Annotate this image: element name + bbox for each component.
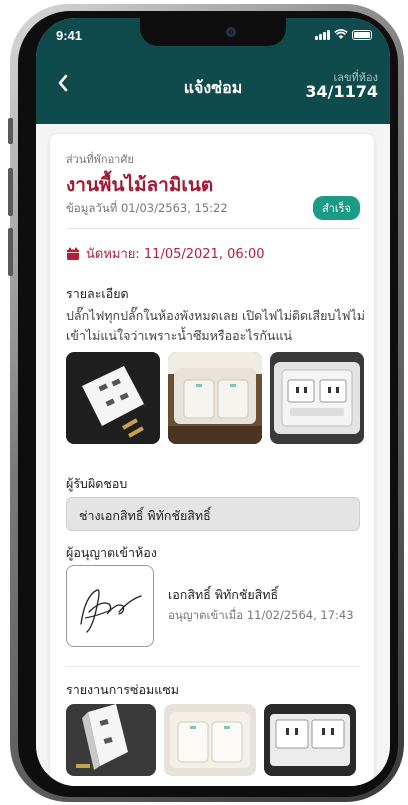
camera-icon xyxy=(226,27,236,37)
detail-text: ปลั๊กไฟทุกปลั๊กในห้องพังหมดเลย เปิดไฟไม่… xyxy=(66,308,365,343)
report-photo[interactable] xyxy=(264,704,356,776)
detail-photo[interactable] xyxy=(66,352,160,444)
appointment-text: นัดหมาย: 11/05/2021, 06:00 xyxy=(86,247,265,262)
permission-name: เอกสิทธิ์ พิทักชัยสิทธิ์ xyxy=(168,587,279,602)
side-button xyxy=(8,118,13,144)
side-button xyxy=(8,228,13,276)
signature-image xyxy=(66,565,154,647)
responsible-field: ช่างเอกสิทธิ์ พิทักชัยสิทธิ์ xyxy=(66,497,360,531)
responsible-label: ผู้รับผิดชอบ xyxy=(66,476,128,491)
divider xyxy=(66,666,360,667)
notch xyxy=(140,18,286,46)
appointment: นัดหมาย: 11/05/2021, 06:00 xyxy=(66,243,265,264)
status-time: 9:41 xyxy=(56,28,83,43)
divider xyxy=(66,228,360,229)
status-icons xyxy=(315,29,372,40)
permission-time: อนุญาตเข้าเมื่อ 11/02/2564, 17:43 xyxy=(168,608,354,622)
battery-icon xyxy=(352,29,372,40)
detail-photo[interactable] xyxy=(168,352,262,444)
report-photo[interactable] xyxy=(66,704,156,776)
request-date: ข้อมูลวันที่ 01/03/2563, 15:22 xyxy=(66,201,228,215)
report-photo[interactable] xyxy=(164,704,256,776)
status-badge: สำเร็จ xyxy=(312,196,360,220)
side-button xyxy=(8,168,13,216)
permission-label: ผู้อนุญาตเข้าห้อง xyxy=(66,545,157,560)
screen: 9:41 แจ้งซ่อม เลขที่ห้อง 34/1174 ส่วนที่… xyxy=(36,18,390,786)
wifi-icon xyxy=(334,29,348,39)
room-number: 34/1174 xyxy=(305,82,378,101)
repair-request-card: ส่วนที่พักอาศัย งานพื้นไม้ลามิเนต ข้อมูล… xyxy=(50,134,374,786)
detail-photo[interactable] xyxy=(270,352,364,444)
repair-report-label: รายงานการซ่อมแซม xyxy=(66,682,180,697)
calendar-icon xyxy=(67,247,79,260)
section-label: ส่วนที่พักอาศัย xyxy=(66,153,134,166)
detail-label: รายละเอียด xyxy=(66,286,129,301)
signal-icon xyxy=(315,29,330,40)
request-title: งานพื้นไม้ลามิเนต xyxy=(66,174,214,196)
